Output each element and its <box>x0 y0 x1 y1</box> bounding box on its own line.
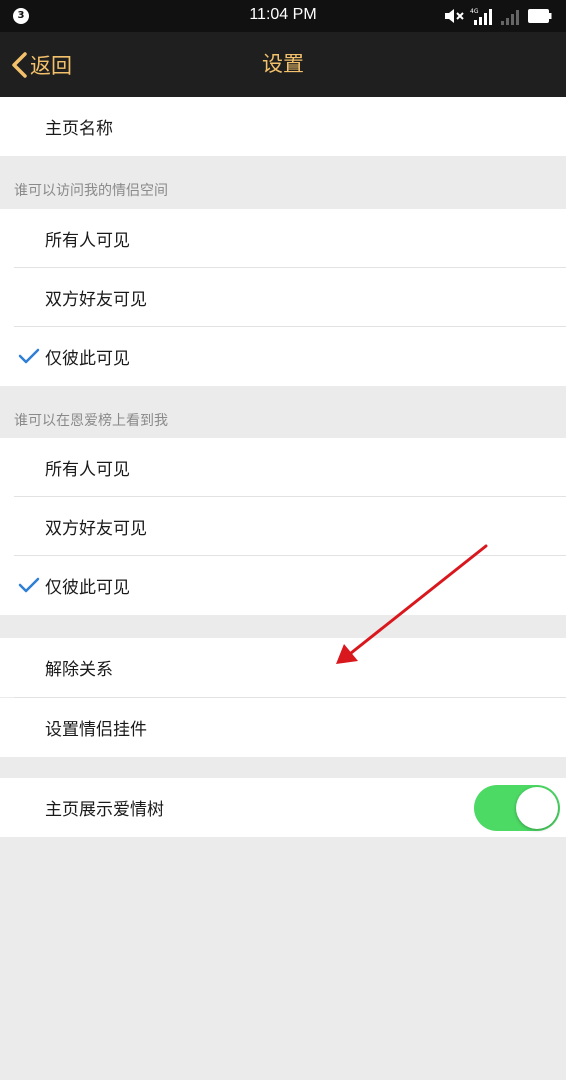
back-button[interactable]: 返回 <box>10 32 72 97</box>
visit-option-label: 所有人可见 <box>45 231 130 251</box>
svg-text:4G: 4G <box>470 8 479 15</box>
visit-section-header: 谁可以访问我的情侣空间 <box>14 183 168 199</box>
ranking-section-header: 谁可以在恩爱榜上看到我 <box>14 413 168 429</box>
homepage-name-label: 主页名称 <box>45 119 113 139</box>
back-label: 返回 <box>30 53 72 78</box>
signal-icon <box>501 10 519 25</box>
visit-option-each-other[interactable]: 仅彼此可见 <box>0 327 566 386</box>
couple-widget-row[interactable]: 设置情侣挂件 <box>0 698 566 757</box>
unbind-relationship-row[interactable]: 解除关系 <box>0 638 566 697</box>
homepage-name-row[interactable]: 主页名称 <box>0 97 566 156</box>
visit-option-label: 仅彼此可见 <box>45 349 130 369</box>
status-icons: 4G <box>444 7 552 25</box>
checkmark-icon <box>18 577 40 593</box>
toggle-knob <box>516 787 558 829</box>
visit-option-everyone[interactable]: 所有人可见 <box>0 209 566 268</box>
ranking-option-label: 所有人可见 <box>45 460 130 480</box>
checkmark-icon <box>18 348 40 364</box>
status-bar: 3 11:04 PM 4G <box>0 0 566 32</box>
ranking-option-label: 双方好友可见 <box>45 519 147 539</box>
battery-icon <box>528 9 552 23</box>
page-title: 设置 <box>262 52 304 76</box>
nav-bar: 返回 设置 <box>0 32 566 97</box>
ranking-option-mutual-friends[interactable]: 双方好友可见 <box>0 497 566 556</box>
widget-label: 设置情侣挂件 <box>45 720 147 740</box>
love-tree-label: 主页展示爱情树 <box>45 800 164 820</box>
love-tree-row: 主页展示爱情树 <box>0 778 566 837</box>
settings-screen: 3 11:04 PM 4G 返回 设置 主页名称 谁可以访问我的情侣空间 所有人… <box>0 0 566 1080</box>
ranking-option-everyone[interactable]: 所有人可见 <box>0 438 566 497</box>
ranking-option-each-other[interactable]: 仅彼此可见 <box>0 556 566 615</box>
signal-4g-icon: 4G <box>470 8 492 25</box>
visit-option-mutual-friends[interactable]: 双方好友可见 <box>0 268 566 327</box>
love-tree-toggle[interactable] <box>474 785 560 831</box>
unbind-label: 解除关系 <box>45 660 113 680</box>
chevron-left-icon <box>12 51 27 78</box>
visit-option-label: 双方好友可见 <box>45 290 147 310</box>
ranking-option-label: 仅彼此可见 <box>45 578 130 598</box>
mute-icon <box>445 9 464 23</box>
